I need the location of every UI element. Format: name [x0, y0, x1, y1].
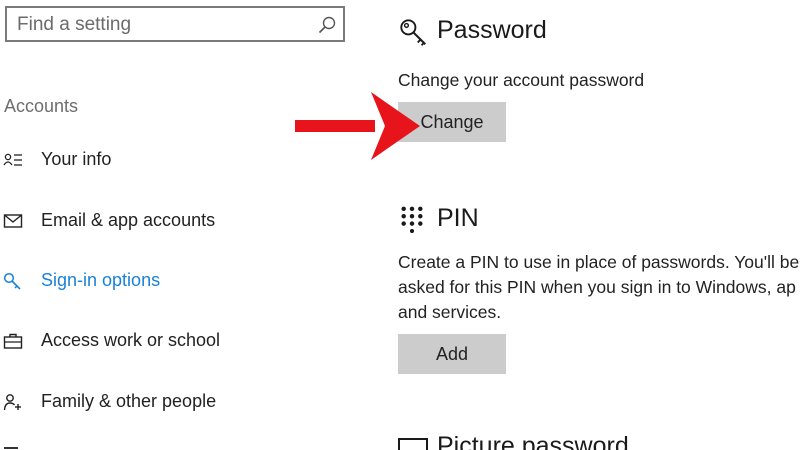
sidebar-item-label: Family & other people [41, 391, 217, 411]
picture-password-title: Picture password [437, 436, 629, 450]
sidebar-item-family-other-people[interactable]: Family & other people [0, 384, 340, 420]
pin-description-line-1: Create a PIN to use in place of password… [398, 252, 800, 272]
sidebar-item-label: Access work or school [41, 330, 221, 350]
sidebar-item-sign-in-options[interactable]: Sign-in options [0, 263, 340, 299]
red-arrow-annotation [295, 92, 420, 160]
pin-description-line-2: asked for this PIN when you sign in to W… [398, 277, 796, 297]
sidebar-item-label: Your info [41, 149, 112, 169]
keypad-icon [401, 206, 423, 233]
sidebar-item-access-work-or-school[interactable]: Access work or school [0, 323, 340, 359]
person-card-icon [3, 153, 22, 166]
sidebar-item-your-info[interactable]: Your info [0, 142, 340, 178]
sidebar-item-label: Sign-in options [41, 270, 161, 290]
pin-description-line-3: and services. [398, 302, 502, 322]
picture-icon [398, 438, 428, 450]
search-icon[interactable] [317, 15, 337, 35]
key-icon [400, 19, 427, 46]
add-pin-button[interactable]: Add [398, 334, 506, 374]
sidebar-item-partial[interactable] [4, 444, 164, 450]
mail-icon [3, 214, 23, 228]
person-add-icon [3, 394, 21, 411]
pin-title: PIN [437, 204, 479, 232]
key-icon [3, 272, 21, 290]
briefcase-icon [3, 333, 23, 349]
password-description: Change your account password [398, 70, 645, 90]
accounts-heading: Accounts [4, 96, 79, 116]
sidebar-item-email-app-accounts[interactable]: Email & app accounts [0, 203, 340, 239]
sidebar-item-label: Email & app accounts [41, 210, 216, 230]
search-input[interactable] [17, 14, 307, 36]
password-title: Password [437, 16, 547, 44]
picture-password-header: Picture password [398, 436, 800, 450]
search-box[interactable] [5, 6, 345, 42]
